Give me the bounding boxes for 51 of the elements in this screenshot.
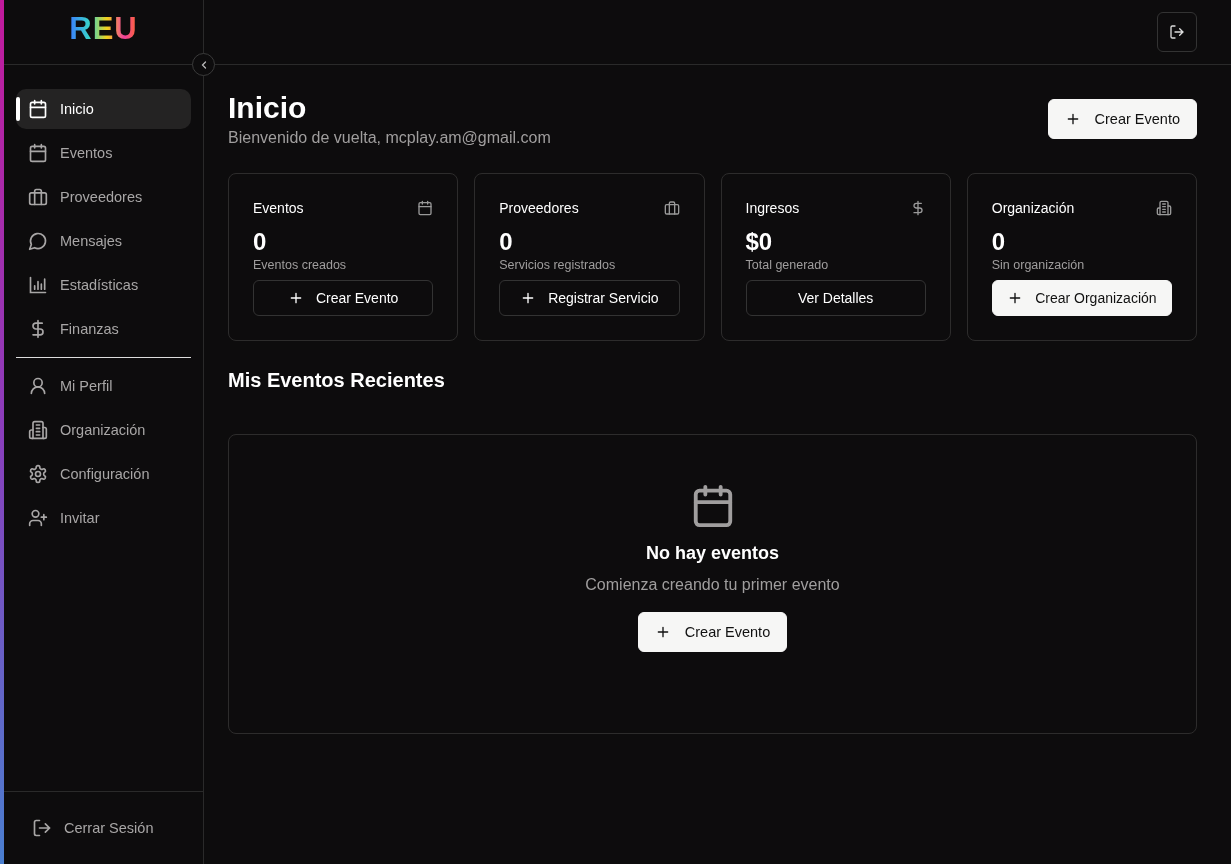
stat-caption: Total generado (745, 258, 830, 272)
stat-value: 0 (991, 228, 1007, 256)
add-user-icon (28, 508, 48, 528)
empty-title: No hay eventos (645, 543, 779, 564)
card-action-button[interactable]: Ver Detalles (745, 280, 926, 316)
calendar-icon (417, 200, 434, 216)
nav-item[interactable]: Eventos (16, 133, 191, 173)
building-icon (1156, 200, 1172, 216)
nav-item[interactable]: Invitar (16, 498, 191, 538)
stat-caption: Sin organización (991, 258, 1086, 272)
page-title: Inicio (228, 91, 308, 125)
nav-item[interactable]: Mi Perfil (16, 366, 191, 406)
welcome-text: Bienvenido de vuelta, mcplay.am@gmail.com (228, 129, 551, 147)
nav-item[interactable]: Estadísticas (16, 265, 191, 305)
logout-button[interactable] (1157, 12, 1197, 52)
nav-item[interactable]: Configuración (16, 454, 191, 494)
calendar-icon (28, 143, 48, 163)
nav-item[interactable]: Inicio (16, 89, 191, 129)
logout-icon (1169, 24, 1185, 40)
collapse-button[interactable] (192, 53, 215, 76)
nav-item[interactable]: Finanzas (16, 309, 191, 349)
nav-item[interactable]: Organización (16, 410, 191, 450)
nav-item[interactable]: Mensajes (16, 221, 191, 261)
card-title: Proveedores (499, 200, 579, 216)
logout-icon (32, 818, 52, 838)
bar-chart-icon (28, 275, 48, 295)
card-action-button[interactable]: Crear Organización (991, 280, 1172, 316)
nav-item[interactable]: Proveedores (16, 177, 191, 217)
stat-caption: Servicios registrados (499, 258, 617, 272)
message-icon (28, 231, 48, 251)
stat-value: 0 (253, 228, 268, 256)
calendar-icon (28, 99, 48, 119)
card-action-button[interactable]: Registrar Servicio (499, 280, 680, 316)
active-indicator (16, 97, 20, 121)
empty-text: Comienza creando tu primer evento (585, 576, 840, 594)
briefcase-icon (663, 200, 680, 216)
card-action-button[interactable]: Crear Evento (253, 280, 434, 316)
settings-icon (28, 464, 48, 484)
stat-value: $0 (745, 228, 774, 256)
create-event-button[interactable]: Crear Evento (637, 612, 788, 652)
section-title: Mis Eventos Recientes (228, 369, 446, 392)
create-event-button[interactable]: Crear Evento (1047, 99, 1197, 139)
card-title: Ingresos (745, 200, 800, 216)
stat-value: 0 (499, 228, 514, 256)
card-title: Organización (991, 200, 1075, 216)
briefcase-icon (28, 187, 48, 207)
building-icon (28, 420, 48, 440)
user-icon (28, 376, 48, 396)
card-title: Eventos (253, 200, 304, 216)
logout-button[interactable]: Cerrar Sesión (32, 818, 154, 838)
stat-caption: Eventos creados (253, 258, 348, 272)
